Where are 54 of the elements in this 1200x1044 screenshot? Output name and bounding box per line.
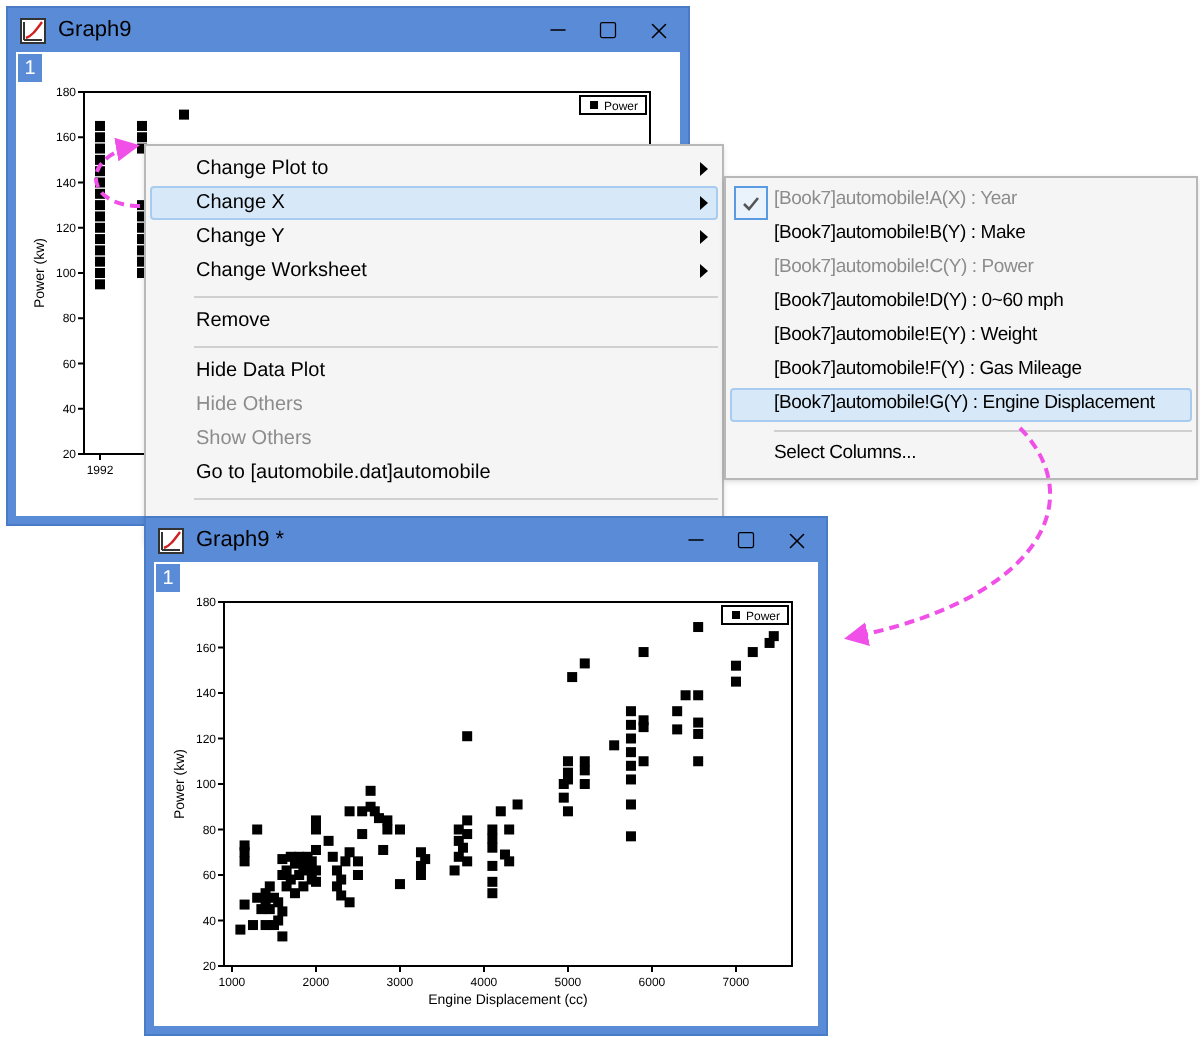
data-point	[730, 676, 741, 687]
menu-item[interactable]: Remove	[150, 304, 718, 338]
window-title: Graph9 *	[196, 525, 285, 556]
data-point	[378, 845, 389, 855]
maximize-icon[interactable]	[598, 20, 618, 40]
menu-item[interactable]: Change X	[150, 186, 718, 220]
data-point	[579, 658, 590, 669]
data-point	[672, 706, 683, 717]
submenu-arrow-icon	[700, 162, 708, 176]
data-point	[638, 647, 649, 658]
data-point	[567, 672, 578, 683]
data-point	[558, 792, 569, 803]
data-point	[693, 756, 704, 767]
menu-item[interactable]: Select Columns...	[730, 438, 1192, 472]
data-point	[512, 799, 523, 810]
menu-item[interactable]: [Book7]automobile!D(Y) : 0~60 mph	[730, 286, 1192, 320]
submenu-arrow-icon	[700, 196, 708, 210]
data-point	[579, 779, 590, 789]
menu-item[interactable]: [Book7]automobile!E(Y) : Weight	[730, 320, 1192, 354]
data-point	[730, 660, 741, 671]
data-point	[252, 824, 263, 835]
submenu-arrow-icon	[700, 264, 708, 278]
data-point	[495, 806, 506, 817]
data-point	[625, 774, 636, 785]
legend-marker	[590, 101, 598, 109]
submenu-arrow-icon	[700, 230, 708, 244]
data-point	[693, 622, 704, 633]
data-point	[462, 731, 473, 742]
data-point	[672, 724, 683, 735]
data-point	[353, 870, 363, 880]
data-point	[747, 647, 758, 658]
legend-box	[721, 605, 789, 625]
data-point	[357, 829, 368, 840]
data-point	[395, 879, 405, 890]
curved-arrow	[94, 139, 141, 208]
data-point	[563, 806, 573, 817]
data-point	[504, 824, 515, 835]
data-point	[609, 740, 620, 751]
maximize-icon[interactable]	[736, 530, 756, 550]
data-point	[625, 831, 636, 842]
menu-item[interactable]: [Book7]automobile!G(Y) : Engine Displacement	[730, 388, 1192, 422]
menu-item[interactable]: Go to [automobile.dat]automobile	[150, 456, 718, 490]
window-title: Graph9	[58, 15, 132, 46]
graph-icon	[20, 17, 46, 43]
graph-icon	[158, 527, 184, 553]
menu-item[interactable]: Change Worksheet	[150, 254, 718, 288]
data-point	[365, 785, 376, 796]
data-point	[625, 799, 636, 810]
menu-item[interactable]: [Book7]automobile!F(Y) : Gas Mileage	[730, 354, 1192, 388]
menu-item[interactable]: Change Plot to	[150, 152, 718, 186]
legend-marker	[732, 611, 740, 619]
menu-item[interactable]: Hide Data Plot	[150, 354, 718, 388]
menu-item[interactable]: Change Y	[150, 220, 718, 254]
menu-item[interactable]: [Book7]automobile!B(Y) : Make	[730, 218, 1192, 252]
